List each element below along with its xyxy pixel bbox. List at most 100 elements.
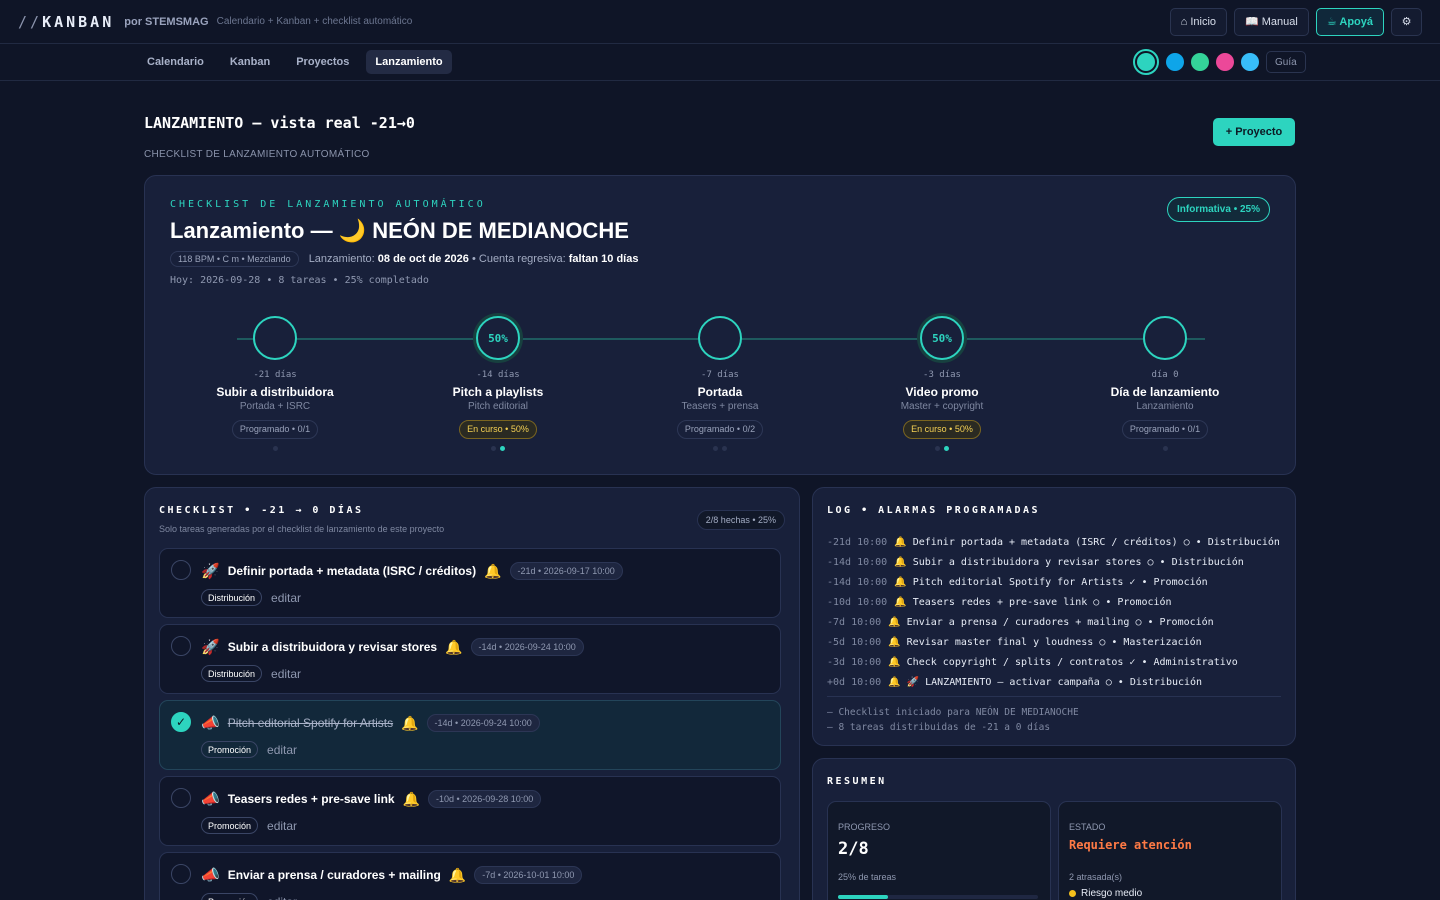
bell-icon: 🔔 (401, 714, 419, 731)
task-header: 🚀 Definir portada + metadata (ISRC / créd… (201, 562, 623, 580)
page-title: LANZAMIENTO — vista real -21→0 (144, 114, 415, 132)
task-checkbox[interactable] (171, 636, 191, 656)
project-meta-pill: 118 BPM • C m • Mezclando (170, 251, 299, 267)
edit-task-link[interactable]: editar (267, 895, 297, 900)
app-logo[interactable]: //KANBAN (18, 13, 114, 31)
bell-icon: 🔔 (402, 790, 421, 807)
step-description: Teasers + prensa (681, 401, 759, 412)
task-checkbox[interactable] (171, 560, 191, 580)
theme-swatch[interactable] (1191, 53, 1209, 71)
task-checkbox[interactable]: ✓ (171, 712, 191, 732)
step-name: Pitch a playlists (452, 385, 544, 399)
launch-label: Lanzamiento: (308, 253, 375, 265)
task-footer: Promoción editar (201, 741, 297, 758)
edit-task-link[interactable]: editar (267, 819, 297, 833)
task-due-date: -14d • 2026-09-24 10:00 (426, 714, 540, 732)
task-title: Enviar a prensa / curadores + mailing (227, 868, 441, 882)
theme-swatch[interactable] (1241, 53, 1259, 71)
progress-value: 2/8 (838, 839, 869, 859)
checklist-card: CHECKLIST • -21 → 0 DÍAS Solo tareas gen… (144, 487, 800, 900)
countdown-value: faltan 10 días (568, 253, 639, 265)
step-name: Día de lanzamiento (1110, 385, 1220, 399)
support-button[interactable]: ☕ Apoyá (1315, 7, 1384, 36)
edit-task-link[interactable]: editar (271, 667, 301, 681)
megaphone-icon: 📣 (201, 715, 220, 732)
status-box: ESTADO Requiere atención 2 atrasada(s) R… (1058, 801, 1282, 900)
log-offset: -14d 10:00 (827, 556, 888, 568)
task-checkbox[interactable] (171, 864, 191, 884)
step-dot (1162, 446, 1168, 451)
log-text: 🔔 Check copyright / splits / contratos ✓… (888, 656, 1238, 668)
launch-hero-card: CHECKLIST DE LANZAMIENTO AUTOMÁTICO Lanz… (144, 175, 1296, 475)
log-text: 🔔 Subir a distribuidora y revisar stores… (894, 556, 1244, 568)
settings-button[interactable]: ⚙ (1391, 7, 1422, 36)
guide-button[interactable]: Guía (1266, 51, 1306, 73)
task-category-badge: Promoción (201, 741, 259, 758)
log-text: 🔔 🚀 LANZAMIENTO — activar campaña ○ • Di… (888, 676, 1203, 688)
summary-card: RESUMEN PROGRESO 2/8 25% de tareas ESTAD… (812, 758, 1296, 900)
step-dot (272, 446, 278, 451)
overdue-note: 2 atrasada(s) (1069, 872, 1123, 882)
progress-box: PROGRESO 2/8 25% de tareas (827, 801, 1051, 900)
theme-swatch[interactable] (1133, 49, 1159, 75)
countdown-label: • Cuenta regresiva: (471, 253, 566, 265)
progress-label: PROGRESO (838, 822, 891, 832)
task-footer: Distribución editar (201, 665, 301, 682)
checklist-task: ✓ 📣 Pitch editorial Spotify for Artists 🔔 -1… (159, 700, 781, 770)
task-footer: Promoción editar (201, 817, 297, 834)
edit-task-link[interactable]: editar (267, 743, 297, 757)
edit-task-link[interactable]: editar (271, 591, 301, 605)
task-footer: Promoción editar (201, 893, 297, 900)
step-dot (944, 446, 949, 451)
task-title: Pitch editorial Spotify for Artists (227, 716, 394, 730)
log-entry: -10d 10:00 🔔 Teasers redes + pre-save lin… (827, 592, 1280, 612)
today-summary: Hoy: 2026-09-28 • 8 tareas • 25% complet… (170, 275, 429, 286)
step-dots (1065, 446, 1265, 451)
step-dots (842, 446, 1042, 451)
home-button[interactable]: ⌂ Inicio (1169, 7, 1228, 36)
log-text: 🔔 Teasers redes + pre-save link ○ • Prom… (894, 596, 1172, 608)
manual-button[interactable]: 📖 Manual (1234, 7, 1309, 36)
log-entry: -14d 10:00 🔔 Subir a distribuidora y revi… (827, 552, 1280, 572)
log-text: 🔔 Enviar a prensa / curadores + mailing … (888, 616, 1214, 628)
timeline-step[interactable]: 50% -3 días Video promo Master + copyright E… (842, 316, 1042, 451)
tab-proyectos[interactable]: Proyectos (287, 50, 358, 74)
bell-icon: 🔔 (484, 562, 502, 579)
gear-icon: ⚙ (1401, 16, 1412, 28)
step-dots (620, 446, 820, 451)
alarm-log-card: LOG • ALARMAS PROGRAMADAS -21d 10:00 🔔 De… (812, 487, 1296, 746)
theme-swatch[interactable] (1166, 53, 1184, 71)
timeline-step[interactable]: día 0 Día de lanzamiento Lanzamiento Progra… (1065, 316, 1265, 451)
log-note: — 8 tareas distribuidas de -21 a 0 días (827, 722, 1051, 733)
step-progress-ring (253, 316, 297, 360)
launch-info: Lanzamiento: 08 de oct de 2026 • Cuenta … (309, 253, 639, 265)
log-note: — Checklist iniciado para NEÓN DE MEDIAN… (827, 707, 1079, 718)
task-checkbox[interactable] (171, 788, 191, 808)
step-name: Video promo (905, 385, 979, 399)
timeline-step[interactable]: -21 días Subir a distribuidora Portada + I… (175, 316, 375, 451)
checklist-task: 📣 Enviar a prensa / curadores + mailing 🔔 -… (159, 852, 781, 900)
status-value: Requiere atención (1069, 838, 1192, 852)
step-progress-ring: 50% (920, 316, 964, 360)
step-name: Portada (697, 385, 743, 399)
tab-kanban[interactable]: Kanban (221, 50, 279, 74)
timeline-step[interactable]: 50% -14 días Pitch a playlists Pitch editor… (398, 316, 598, 451)
log-entry: -7d 10:00 🔔 Enviar a prensa / curadores +… (827, 612, 1280, 632)
log-entry: -3d 10:00 🔔 Check copyright / splits / co… (827, 652, 1280, 672)
logo-text: KANBAN (42, 12, 115, 31)
theme-swatch[interactable] (1216, 53, 1234, 71)
step-progress-ring (698, 316, 742, 360)
page-subtitle: CHECKLIST DE LANZAMIENTO AUTOMÁTICO (144, 149, 370, 160)
step-description: Portada + ISRC (239, 401, 311, 412)
new-project-button[interactable]: + Proyecto (1213, 118, 1295, 146)
task-header: 🚀 Subir a distribuidora y revisar stores 🔔… (201, 638, 584, 656)
top-bar: //KANBAN por STEMSMAG Calendario + Kanba… (0, 0, 1440, 44)
step-status-badge: En curso • 50% (459, 420, 537, 439)
step-dot (491, 446, 496, 451)
tab-calendario[interactable]: Calendario (138, 50, 213, 74)
step-dots (175, 446, 375, 451)
tab-lanzamiento[interactable]: Lanzamiento (366, 50, 452, 74)
timeline-step[interactable]: -7 días Portada Teasers + prensa Programado… (620, 316, 820, 451)
log-offset: +0d 10:00 (827, 676, 882, 688)
task-category-badge: Promoción (201, 817, 259, 834)
